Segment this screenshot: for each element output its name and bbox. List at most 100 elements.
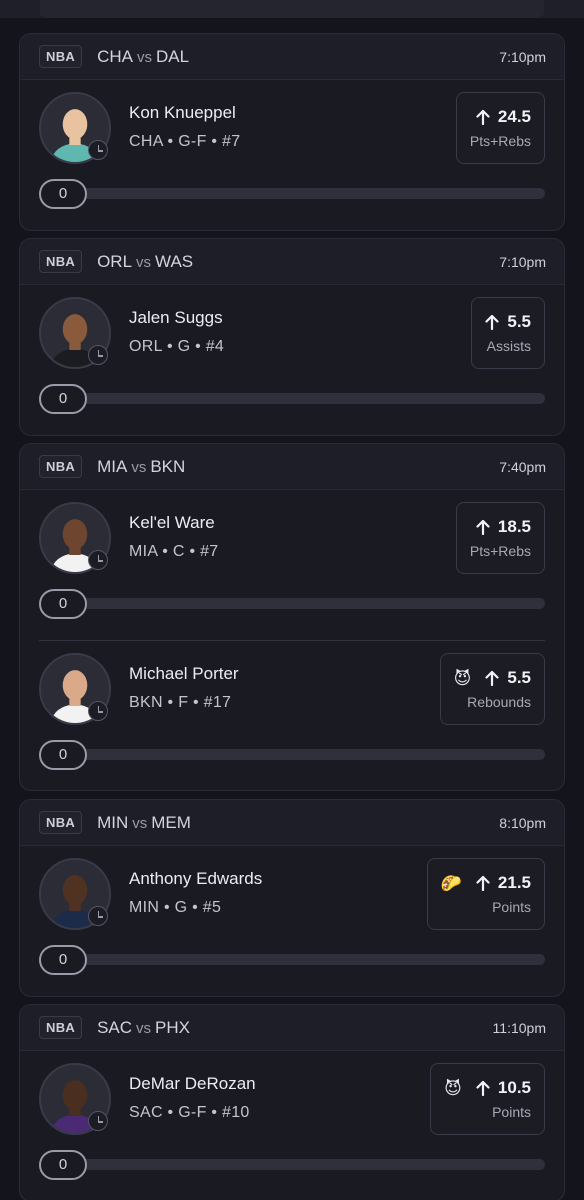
clock-icon <box>88 550 108 570</box>
arrow-up-icon <box>476 519 490 535</box>
stat-label: Rebounds <box>467 694 531 710</box>
line-value: 5.5 <box>507 668 531 687</box>
projection-button[interactable]: 🌮 21.5 Points <box>426 858 545 930</box>
player-meta: MIA • C • #7 <box>129 543 219 560</box>
progress-track <box>39 598 545 609</box>
game-card[interactable]: NBA CHA vs DAL 7:10pm Kon Knueppel CHA • G-F •… <box>19 33 565 231</box>
player-pick[interactable]: Michael Porter BKN • F • #17 😈 5.5 Rebounds 0 <box>39 640 545 790</box>
game-header: NBA MIN vs MEM 8:10pm <box>20 800 564 846</box>
player-pick[interactable]: DeMar DeRozan SAC • G-F • #10 😈 10.5 Points 0 <box>20 1051 564 1200</box>
progress-bar: 0 <box>39 589 545 619</box>
progress-count: 0 <box>39 589 87 619</box>
line-value: 18.5 <box>497 517 531 536</box>
progress-bar: 0 <box>39 179 545 209</box>
game-time: 7:40pm <box>499 458 546 475</box>
stat-label: Assists <box>486 338 531 354</box>
progress-count: 0 <box>39 179 87 209</box>
home-team: CHA <box>97 46 133 66</box>
top-bar <box>0 0 584 18</box>
vs-label: vs <box>136 253 152 271</box>
stat-label: Pts+Rebs <box>469 133 531 149</box>
away-team: DAL <box>155 46 190 66</box>
player-meta: CHA • G-F • #7 <box>129 133 241 150</box>
progress-bar: 0 <box>39 384 545 414</box>
away-team: WAS <box>155 251 194 271</box>
away-team: MEM <box>151 812 191 832</box>
arrow-up-icon <box>485 670 499 686</box>
progress-track <box>39 954 545 965</box>
game-card[interactable]: NBA SAC vs PHX 11:10pm DeMar DeRozan SAC • G-F… <box>19 1004 565 1200</box>
home-team: MIN <box>97 812 129 832</box>
player-meta: SAC • G-F • #10 <box>129 1104 250 1121</box>
devil-icon: 😈 <box>444 1078 462 1098</box>
away-team: PHX <box>155 1017 191 1037</box>
matchup: SAC vs PHX <box>97 1018 190 1038</box>
league-badge: NBA <box>39 455 83 478</box>
projection-button[interactable]: 5.5 Assists <box>471 297 545 369</box>
league-badge: NBA <box>39 45 83 68</box>
devil-icon: 😈 <box>453 668 472 688</box>
stat-label: Pts+Rebs <box>469 543 531 559</box>
projection-button[interactable]: 😈 10.5 Points <box>430 1063 545 1135</box>
projection-button[interactable]: 24.5 Pts+Rebs <box>455 92 545 164</box>
line-value: 10.5 <box>497 1078 531 1097</box>
game-card[interactable]: NBA ORL vs WAS 7:10pm Jalen Suggs ORL • G • #4… <box>19 238 565 436</box>
progress-track <box>39 393 545 404</box>
game-card[interactable]: NBA MIN vs MEM 8:10pm Anthony Edwards MIN • G … <box>19 799 565 997</box>
stat-label: Points <box>492 1104 531 1120</box>
game-time: 11:10pm <box>492 1019 546 1036</box>
progress-track <box>39 1159 545 1170</box>
player-name: DeMar DeRozan <box>129 1074 256 1093</box>
game-time: 8:10pm <box>499 814 546 831</box>
player-meta: BKN • F • #17 <box>129 694 232 711</box>
player-name: Jalen Suggs <box>129 308 223 327</box>
vs-label: vs <box>132 814 148 832</box>
game-header: NBA SAC vs PHX 11:10pm <box>20 1005 564 1051</box>
player-name: Kon Knueppel <box>129 103 236 122</box>
clock-icon <box>88 906 108 926</box>
game-header: NBA CHA vs DAL 7:10pm <box>20 34 564 80</box>
home-team: ORL <box>97 251 133 271</box>
league-badge: NBA <box>39 811 83 834</box>
away-team: BKN <box>150 456 186 476</box>
clock-icon <box>88 345 108 365</box>
player-meta: MIN • G • #5 <box>129 899 222 916</box>
line-value: 21.5 <box>497 873 531 892</box>
line-value: 24.5 <box>497 107 531 126</box>
game-time: 7:10pm <box>499 48 546 65</box>
player-name: Kel'el Ware <box>129 513 215 532</box>
progress-bar: 0 <box>39 740 545 770</box>
player-pick[interactable]: Kon Knueppel CHA • G-F • #7 24.5 Pts+Rebs 0 <box>20 80 564 230</box>
matchup: CHA vs DAL <box>97 47 189 67</box>
projection-button[interactable]: 18.5 Pts+Rebs <box>455 502 545 574</box>
arrow-up-icon <box>476 1080 490 1096</box>
game-card[interactable]: NBA MIA vs BKN 7:40pm Kel'el Ware MIA • C • #7… <box>19 443 565 791</box>
matchup: ORL vs WAS <box>97 252 193 272</box>
stat-label: Points <box>492 899 531 915</box>
league-badge: NBA <box>39 250 83 273</box>
arrow-up-icon <box>476 875 490 891</box>
taco-icon: 🌮 <box>440 873 462 893</box>
league-badge: NBA <box>39 1016 83 1039</box>
progress-track <box>39 188 545 199</box>
clock-icon <box>88 1111 108 1131</box>
progress-bar: 0 <box>39 1150 545 1180</box>
player-pick[interactable]: Jalen Suggs ORL • G • #4 5.5 Assists 0 <box>20 285 564 435</box>
vs-label: vs <box>131 458 147 476</box>
top-bar-handle <box>40 0 544 18</box>
home-team: MIA <box>97 456 128 476</box>
player-pick[interactable]: Anthony Edwards MIN • G • #5 🌮 21.5 Points 0 <box>20 846 564 996</box>
matchup: MIA vs BKN <box>97 457 185 477</box>
projection-button[interactable]: 😈 5.5 Rebounds <box>439 653 545 725</box>
arrow-up-icon <box>485 314 499 330</box>
clock-icon <box>88 701 108 721</box>
arrow-up-icon <box>476 109 490 125</box>
game-time: 7:10pm <box>499 253 546 270</box>
progress-bar: 0 <box>39 945 545 975</box>
progress-track <box>39 749 545 760</box>
player-pick[interactable]: Kel'el Ware MIA • C • #7 18.5 Pts+Rebs 0 <box>20 490 564 640</box>
line-value: 5.5 <box>507 312 531 331</box>
home-team: SAC <box>97 1017 133 1037</box>
player-meta: ORL • G • #4 <box>129 338 225 355</box>
progress-count: 0 <box>39 1150 87 1180</box>
